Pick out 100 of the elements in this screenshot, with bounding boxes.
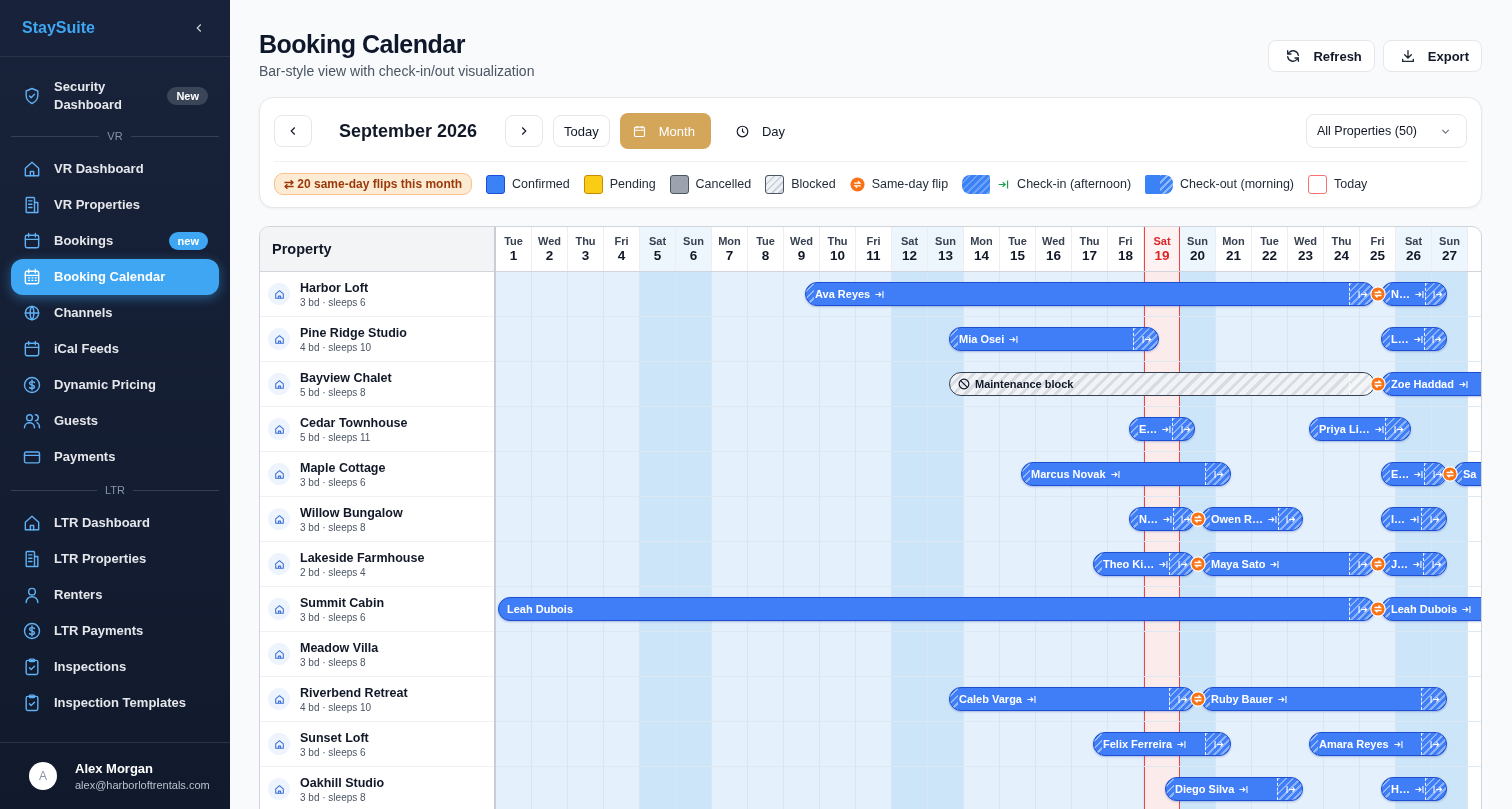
booking-bar[interactable]: Caleb Varga [949,687,1195,711]
legend-swatch [962,174,991,194]
users-icon [22,411,42,431]
property-row[interactable]: Oakhill Studio 3 bd · sleeps 8 [260,767,494,809]
nav-label: Bookings [54,232,115,250]
nav-item[interactable]: Inspections [11,649,219,685]
property-row[interactable]: Meadow Villa 3 bd · sleeps 8 [260,632,494,677]
house-icon [268,643,290,665]
nav-item[interactable]: LTR Properties [11,541,219,577]
nav-item[interactable]: Bookings new [11,223,219,259]
property-name: Pine Ridge Studio [300,325,407,340]
booking-bar[interactable]: I… [1381,507,1447,531]
booking-bar[interactable]: Diego Silva [1165,777,1303,801]
legend-label: Blocked [791,177,836,191]
page-subtitle: Bar-style view with check-in/out visualization [259,63,535,79]
nav-item[interactable]: Inspection Templates [11,685,219,721]
booking-bar[interactable]: N… [1129,507,1195,531]
booking-bar[interactable]: Zoe Haddad [1381,372,1481,396]
check-out-icon [1430,558,1442,570]
booking-bar[interactable]: Owen R… [1201,507,1303,531]
nav-item[interactable]: Security Dashboard New [11,71,219,121]
property-row[interactable]: Maple Cottage 3 bd · sleeps 6 [260,452,494,497]
booking-bar[interactable]: Mia Osei [949,327,1159,351]
legend-swatch [486,174,506,194]
property-row[interactable]: Sunset Loft 3 bd · sleeps 6 [260,722,494,767]
view-tab[interactable]: Day [720,113,800,149]
nav-item[interactable]: VR Properties [11,187,219,223]
user-name: Alex Morgan [75,761,154,776]
booking-bar[interactable]: Felix Ferreira [1093,732,1231,756]
property-row[interactable]: Harbor Loft 3 bd · sleeps 6 [260,272,494,317]
check-in-hatch [1094,553,1102,575]
booking-bar[interactable]: E… [1129,417,1195,441]
check-in-icon [1413,288,1425,300]
nav-item[interactable]: Guests [11,403,219,439]
property-details: 3 bd · sleeps 8 [300,656,367,668]
check-in-hatch [806,283,814,305]
nav-label: Booking Calendar [54,268,167,286]
nav-item[interactable]: Channels [11,295,219,331]
property-row[interactable]: Riverbend Retreat 4 bd · sleeps 10 [260,677,494,722]
home-icon [22,513,42,533]
legend-label: Cancelled [695,177,752,191]
booking-bar[interactable]: Leah Dubois [1381,597,1481,621]
guest-name: Diego Silva [1174,783,1235,795]
day-header: Sun 13 [928,227,964,271]
booking-bar[interactable]: N… [1381,282,1447,306]
check-in-icon [1109,468,1121,480]
house-icon [268,553,290,575]
nav-item[interactable]: iCal Feeds [11,331,219,367]
badge: new [168,232,208,250]
booking-bar[interactable]: H… [1381,777,1447,801]
booking-bar[interactable]: Priya Li… [1309,417,1411,441]
guest-name: Sa [1462,468,1477,480]
booking-bar[interactable]: J… [1381,552,1447,576]
property-row[interactable]: Summit Cabin 3 bd · sleeps 6 [260,587,494,632]
booking-bar[interactable]: Leah Dubois [498,597,1375,621]
today-button[interactable]: Today [553,115,610,147]
booking-bar[interactable]: Ruby Bauer [1201,687,1447,711]
refresh-button[interactable]: Refresh [1268,40,1375,72]
property-row[interactable]: Cedar Townhouse 5 bd · sleeps 11 [260,407,494,452]
check-in-hatch [1382,778,1390,800]
nav-item[interactable]: Dynamic Pricing [11,367,219,403]
nav-item[interactable]: LTR Dashboard [11,505,219,541]
property-row[interactable]: Willow Bungalow 3 bd · sleeps 8 [260,497,494,542]
property-details: 2 bd · sleeps 4 [300,566,367,578]
property-name: Maple Cottage [300,460,386,475]
check-in-icon [1412,558,1424,570]
booking-bar[interactable]: L… [1381,327,1447,351]
property-row[interactable]: Lakeside Farmhouse 2 bd · sleeps 4 [260,542,494,587]
booking-bar[interactable]: Ava Reyes [805,282,1375,306]
nav-item[interactable]: Renters [11,577,219,613]
export-button[interactable]: Export [1382,40,1482,72]
legend-swatch [583,174,603,194]
property-row[interactable]: Pine Ridge Studio 4 bd · sleeps 10 [260,317,494,362]
blocked-bar[interactable]: Maintenance block [949,372,1375,396]
clock-icon [734,123,750,139]
building-icon [22,549,42,569]
property-details: 3 bd · sleeps 6 [300,746,367,758]
nav-item[interactable]: VR Dashboard [11,151,219,187]
property-filter-dropdown[interactable]: All Properties (50) [1305,114,1467,148]
booking-bar[interactable]: Amara Reyes [1309,732,1447,756]
shield-icon [22,86,42,106]
booking-bar[interactable]: Theo Ki… [1093,552,1195,576]
guest-name: Leah Dubois [506,603,573,615]
guest-name: Amara Reyes [1318,738,1389,750]
check-in-icon [1457,378,1469,390]
enter-icon [997,177,1011,191]
previous-button[interactable] [274,115,312,147]
calendar-icon [22,339,42,359]
booking-bar[interactable]: E… [1381,462,1447,486]
booking-bar[interactable]: Maya Sato [1201,552,1375,576]
nav-item[interactable]: Payments [11,439,219,475]
next-button[interactable] [505,115,544,147]
check-in-icon [1409,513,1421,525]
check-in-icon [1461,603,1472,615]
section-label: LTR [104,484,126,496]
house-icon [268,283,290,305]
booking-bar[interactable]: Marcus Novak [1021,462,1231,486]
nav-item[interactable]: LTR Payments [11,613,219,649]
property-details: 5 bd · sleeps 11 [300,431,372,443]
property-row[interactable]: Bayview Chalet 5 bd · sleeps 8 [260,362,494,407]
